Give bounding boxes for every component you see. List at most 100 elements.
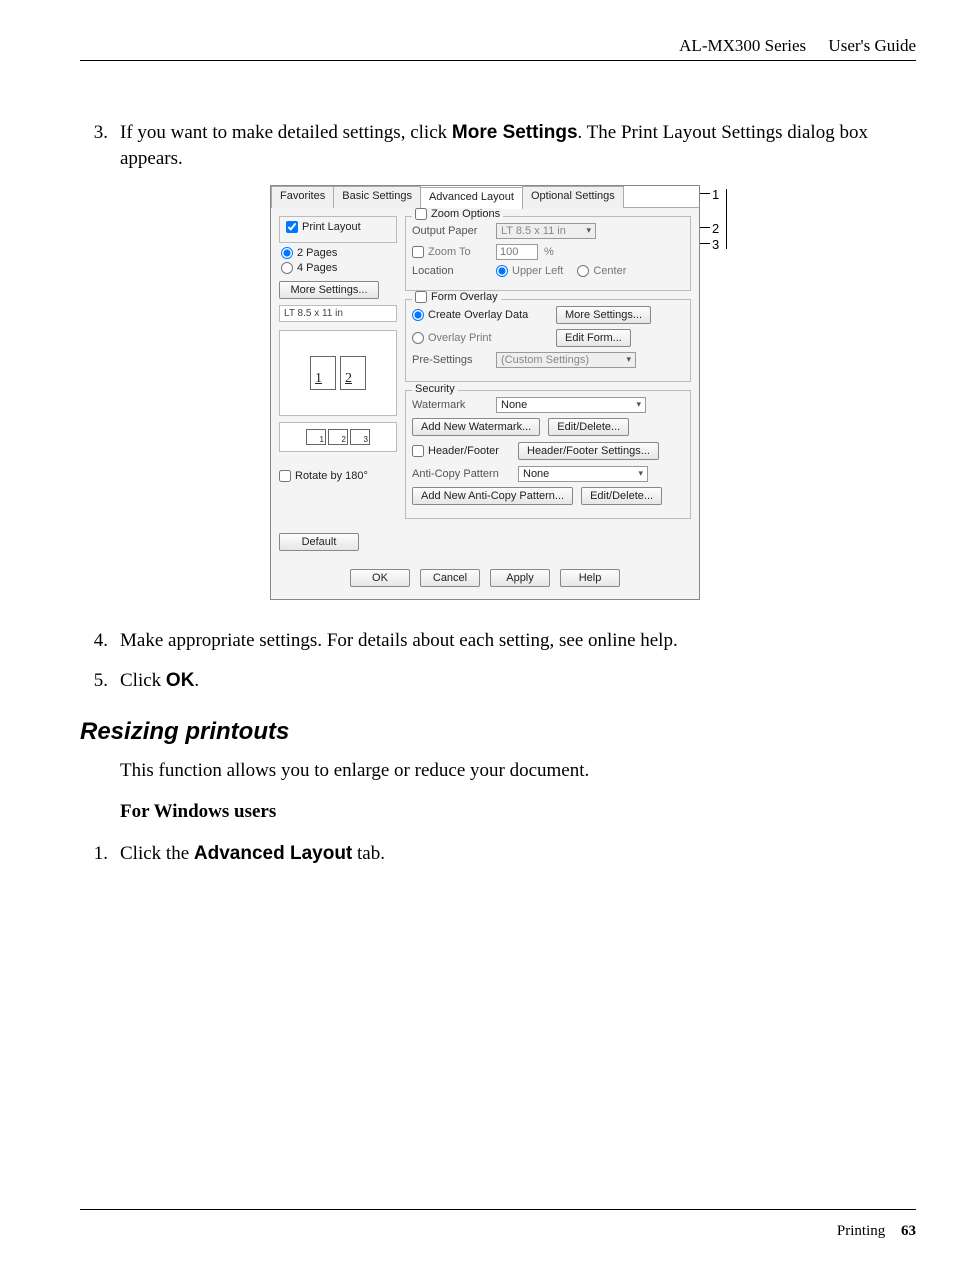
security-group: Security WatermarkNone Add New Watermark… [405,390,691,519]
page-footer: Printing 63 [837,1223,916,1240]
resize-step-1-pre: Click the [120,843,194,864]
watermark-label: Watermark [412,399,490,411]
create-overlay-radio[interactable]: Create Overlay Data [412,309,542,321]
add-anticopy-button[interactable]: Add New Anti-Copy Pattern... [412,487,573,505]
annotation-bracket [726,189,727,249]
preview-page-2: 2 [340,356,366,390]
form-overlay-checkbox[interactable]: Form Overlay [412,291,501,303]
section-intro: This function allows you to enlarge or r… [120,758,916,784]
anticopy-label: Anti-Copy Pattern [412,468,512,480]
layout-preview: 1 2 [279,330,397,416]
overlay-more-settings-button[interactable]: More Settings... [556,306,651,324]
header-footer-label: Header/Footer [428,445,499,457]
form-overlay-group: Form Overlay Create Overlay DataMore Set… [405,299,691,382]
header-rule [80,60,916,61]
zoom-options-checkbox[interactable]: Zoom Options [412,208,503,220]
radio-4-pages[interactable]: 4 Pages [281,262,337,274]
resize-step-1-post: tab. [352,843,385,864]
zoom-options-group: Zoom Options Output PaperLT 8.5 x 11 in … [405,216,691,291]
step-5-number: 5. [80,668,120,694]
zoom-to-value[interactable]: 100 [496,244,538,260]
radio-2-pages-input[interactable] [281,247,293,259]
annotation-line-2 [700,227,710,228]
zoom-to-checkbox[interactable]: Zoom To [412,246,490,258]
step-5: 5. Click OK. [80,668,916,694]
print-layout-checkbox-input[interactable] [286,221,298,233]
output-paper-label: Output Paper [412,225,490,237]
preview-page-2-num: 2 [341,371,352,389]
header-series: AL-MX300 Series [679,36,806,55]
zoom-to-label: Zoom To [428,246,471,258]
step-3: 3. If you want to make detailed settings… [80,120,916,171]
security-legend: Security [412,383,458,395]
dialog-tabs: Favorites Basic Settings Advanced Layout… [271,186,699,208]
print-layout-checkbox[interactable]: Print Layout [286,221,361,233]
tab-favorites[interactable]: Favorites [271,186,334,208]
form-overlay-input[interactable] [415,291,427,303]
radio-2-pages-label: 2 Pages [297,247,337,259]
ok-button[interactable]: OK [350,569,410,587]
resize-step-1-number: 1. [80,841,120,867]
tab-optional-settings[interactable]: Optional Settings [522,186,624,208]
form-overlay-legend: Form Overlay [431,291,498,303]
default-button[interactable]: Default [279,533,359,551]
overlay-print-radio[interactable]: Overlay Print [412,332,542,344]
overlay-print-input[interactable] [412,332,424,344]
location-upper-left[interactable]: Upper Left [496,265,563,277]
help-button[interactable]: Help [560,569,620,587]
watermark-select[interactable]: None [496,397,646,413]
location-center[interactable]: Center [577,265,626,277]
watermark-edit-delete-button[interactable]: Edit/Delete... [548,418,629,436]
radio-4-pages-input[interactable] [281,262,293,274]
header-footer-checkbox[interactable]: Header/Footer [412,445,512,457]
overlay-print-label: Overlay Print [428,332,492,344]
order-mini-1: 1 [306,429,326,445]
location-upper-left-label: Upper Left [512,265,563,277]
annotation-line-3 [700,243,710,244]
zoom-options-legend: Zoom Options [431,208,500,220]
print-layout-checkbox-label: Print Layout [302,221,361,233]
paper-size-display: LT 8.5 x 11 in [279,305,397,322]
annotation-2: 2 [712,221,719,236]
footer-page-number: 63 [901,1223,916,1239]
step-5-text-pre: Click [120,670,166,691]
order-mini-2: 2 [328,429,348,445]
apply-button[interactable]: Apply [490,569,550,587]
add-watermark-button[interactable]: Add New Watermark... [412,418,540,436]
location-center-label: Center [593,265,626,277]
subsection-windows-users: For Windows users [120,799,916,825]
create-overlay-input[interactable] [412,309,424,321]
resize-step-1-bold: Advanced Layout [194,843,352,864]
page-order-preview: 1 2 3 [279,422,397,452]
cancel-button[interactable]: Cancel [420,569,480,587]
step-4-number: 4. [80,628,120,654]
rotate-180-input[interactable] [279,470,291,482]
tab-advanced-layout[interactable]: Advanced Layout [420,187,523,209]
anticopy-select[interactable]: None [518,466,648,482]
step-4-text: Make appropriate settings. For details a… [120,628,916,654]
tab-basic-settings[interactable]: Basic Settings [333,186,421,208]
more-settings-button[interactable]: More Settings... [279,281,379,299]
step-3-text-pre: If you want to make detailed settings, c… [120,122,452,143]
radio-2-pages[interactable]: 2 Pages [281,247,337,259]
create-overlay-label: Create Overlay Data [428,309,528,321]
edit-form-button[interactable]: Edit Form... [556,329,631,347]
page-header: AL-MX300 Series User's Guide [679,36,916,56]
resize-step-1: 1. Click the Advanced Layout tab. [80,841,916,867]
zoom-to-input[interactable] [412,246,424,258]
header-footer-settings-button[interactable]: Header/Footer Settings... [518,442,659,460]
annotation-line-1 [700,193,710,194]
rotate-180-checkbox[interactable]: Rotate by 180° [279,470,368,482]
header-footer-input[interactable] [412,445,424,457]
step-3-bold: More Settings [452,122,578,143]
output-paper-select[interactable]: LT 8.5 x 11 in [496,223,596,239]
dialog-footer: OK Cancel Apply Help [271,559,699,599]
step-4: 4. Make appropriate settings. For detail… [80,628,916,654]
location-upper-left-input[interactable] [496,265,508,277]
annotation-1: 1 [712,187,719,202]
location-center-input[interactable] [577,265,589,277]
step-5-text-post: . [194,670,199,691]
zoom-options-input[interactable] [415,208,427,220]
anticopy-edit-delete-button[interactable]: Edit/Delete... [581,487,662,505]
pre-settings-select[interactable]: (Custom Settings) [496,352,636,368]
